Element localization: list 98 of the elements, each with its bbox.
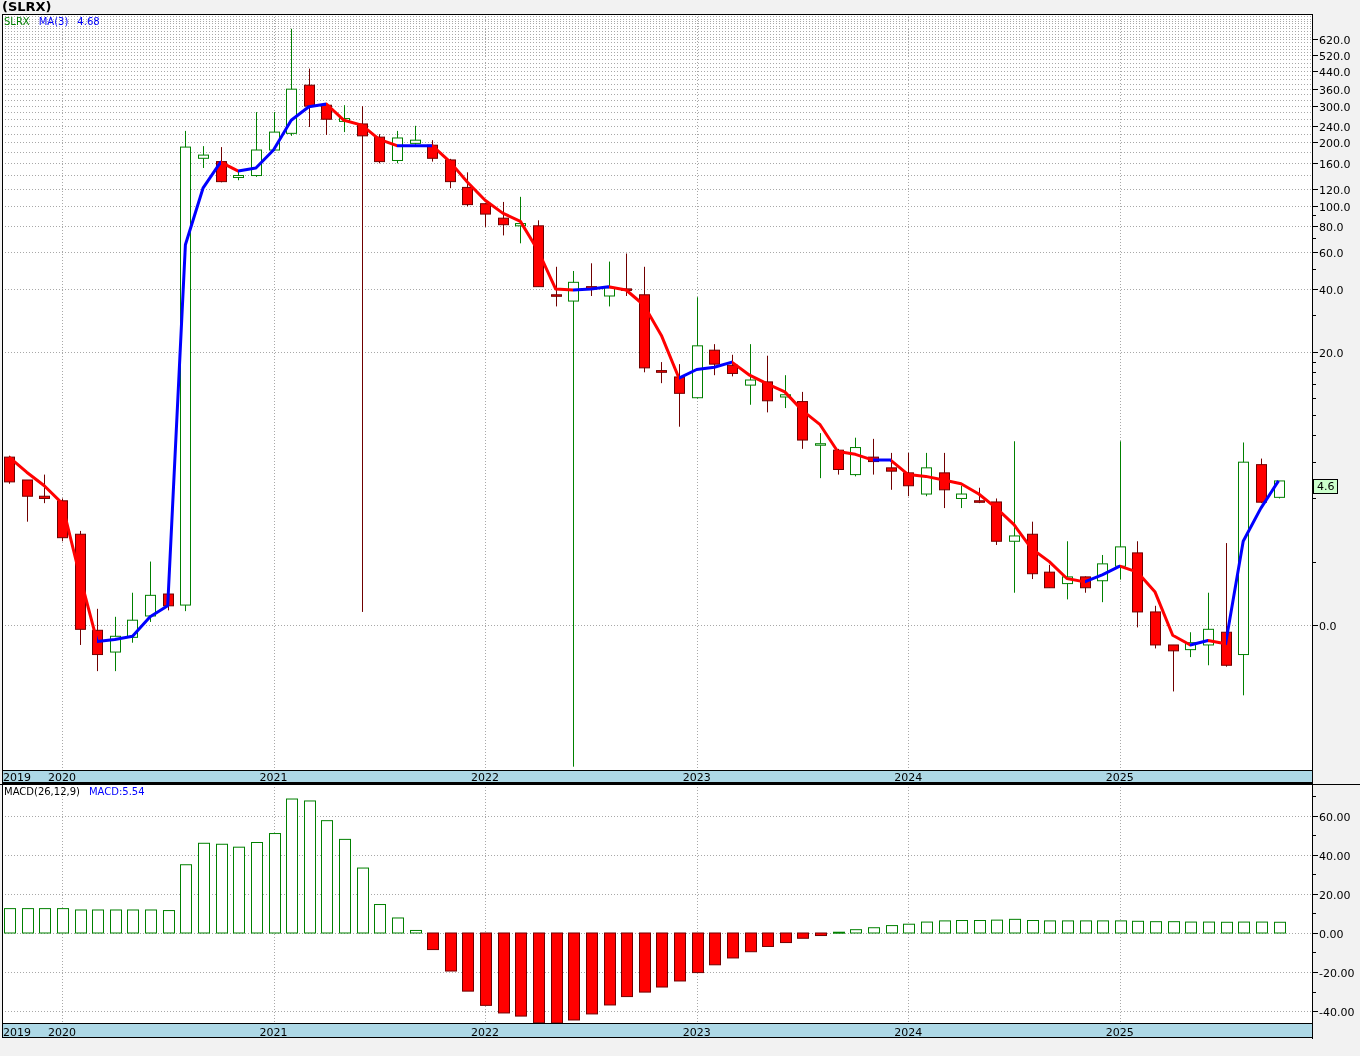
axis-label: -40.00	[1319, 1005, 1355, 1019]
histogram-bar	[1062, 920, 1074, 934]
histogram-bar	[868, 927, 880, 934]
histogram-bar	[886, 925, 898, 934]
axis-label: 620.0	[1319, 33, 1351, 47]
histogram-bar	[180, 864, 192, 934]
histogram-bar	[639, 932, 651, 993]
legend-label: MACD:5.54	[88, 786, 145, 798]
histogram-bar	[656, 932, 668, 988]
histogram-bar	[709, 932, 721, 966]
histogram-bar	[921, 921, 933, 934]
axis-label: 60.00	[1319, 810, 1351, 824]
year-label: 2021	[259, 1026, 288, 1039]
year-label: 2022	[471, 771, 500, 784]
price-tag: 4.6	[1313, 479, 1338, 494]
axis-label: -20.00	[1319, 966, 1355, 980]
year-label: 2019	[3, 1026, 31, 1039]
histogram-bar	[1027, 920, 1039, 934]
axis-label: 520.0	[1319, 49, 1351, 63]
histogram-bar	[797, 932, 809, 939]
histogram-bar	[92, 909, 104, 934]
axis-label: 360.0	[1319, 83, 1351, 97]
histogram-bar	[1150, 921, 1162, 934]
histogram-bar	[110, 909, 122, 934]
year-label: 2020	[47, 771, 76, 784]
histogram-bar	[762, 932, 774, 947]
ticker-title: (SLRX)	[1, 0, 53, 14]
histogram-bar	[974, 920, 986, 934]
histogram-bar	[780, 932, 792, 944]
histogram-bar	[1132, 920, 1144, 934]
histogram-bar	[727, 932, 739, 959]
axis-label: 20.0	[1319, 346, 1344, 360]
histogram-bar	[1168, 921, 1180, 934]
axis-label: 440.0	[1319, 65, 1351, 79]
axis-label: 60.0	[1319, 246, 1344, 260]
year-label: 2021	[259, 771, 288, 784]
histogram-bar	[674, 932, 686, 982]
histogram-bar	[163, 910, 175, 934]
histogram-bar	[745, 932, 757, 953]
histogram-bar	[39, 908, 51, 934]
axis-label: 200.0	[1319, 136, 1351, 150]
histogram-bar	[1185, 921, 1197, 934]
legend-label: SLRX	[4, 16, 30, 28]
histogram-bar	[1080, 920, 1092, 934]
histogram-bar	[145, 909, 157, 934]
histogram-bar	[1221, 921, 1233, 934]
axis-label: 80.0	[1319, 220, 1344, 234]
histogram-bar	[4, 908, 16, 934]
axis-label: 0.00	[1319, 927, 1344, 941]
histogram-bar	[1256, 921, 1268, 934]
legend-label: MACD(26,12,9)	[4, 786, 80, 798]
histogram-bar	[462, 932, 474, 992]
histogram-bar	[850, 929, 862, 934]
axis-label: 160.0	[1319, 157, 1351, 171]
legend-label: MA(3)	[38, 16, 69, 28]
histogram-bar	[445, 932, 457, 972]
axis-label: 240.0	[1319, 120, 1351, 134]
histogram-bar	[357, 867, 369, 934]
year-label: 2022	[471, 1026, 500, 1039]
year-label: 2024	[894, 771, 923, 784]
histogram-bar	[833, 931, 845, 934]
histogram-bar	[22, 908, 34, 934]
histogram-bar	[991, 919, 1003, 934]
histogram-bar	[621, 932, 633, 998]
histogram-bar	[956, 920, 968, 934]
histogram-bar	[127, 909, 139, 934]
histogram-bar	[1097, 920, 1109, 934]
axis-label: 300.0	[1319, 100, 1351, 114]
year-label: 2020	[47, 1026, 76, 1039]
histogram-bar	[392, 917, 404, 934]
histogram-bar	[75, 909, 87, 934]
histogram-bar	[1238, 921, 1250, 934]
histogram-bar	[903, 923, 915, 934]
histogram-bar	[374, 904, 386, 934]
year-label: 2025	[1105, 1026, 1134, 1039]
axis-label: 40.0	[1319, 283, 1344, 297]
histogram-bar	[427, 932, 439, 951]
histogram-bar	[57, 908, 69, 934]
histogram-bar	[1115, 920, 1127, 934]
histogram-bar	[1203, 921, 1215, 934]
histogram-bar	[692, 932, 704, 974]
histogram-bar	[815, 932, 827, 937]
year-label: 2025	[1105, 771, 1134, 784]
legend-label: 4.68	[77, 16, 100, 28]
histogram-bar	[410, 929, 422, 934]
year-label: 2019	[3, 771, 31, 784]
axis-label: 20.00	[1319, 888, 1351, 902]
axis-label: 40.00	[1319, 849, 1351, 863]
axis-label: 100.0	[1319, 200, 1351, 214]
histogram-bar	[1009, 918, 1021, 934]
axis-label: 0.0	[1319, 619, 1337, 633]
year-label: 2023	[682, 1026, 711, 1039]
histogram-bar	[1274, 921, 1286, 934]
histogram-bar	[939, 920, 951, 934]
histogram-bar	[1044, 920, 1056, 934]
axis-label: 120.0	[1319, 183, 1351, 197]
year-label: 2023	[682, 771, 711, 784]
year-label: 2024	[894, 1026, 923, 1039]
